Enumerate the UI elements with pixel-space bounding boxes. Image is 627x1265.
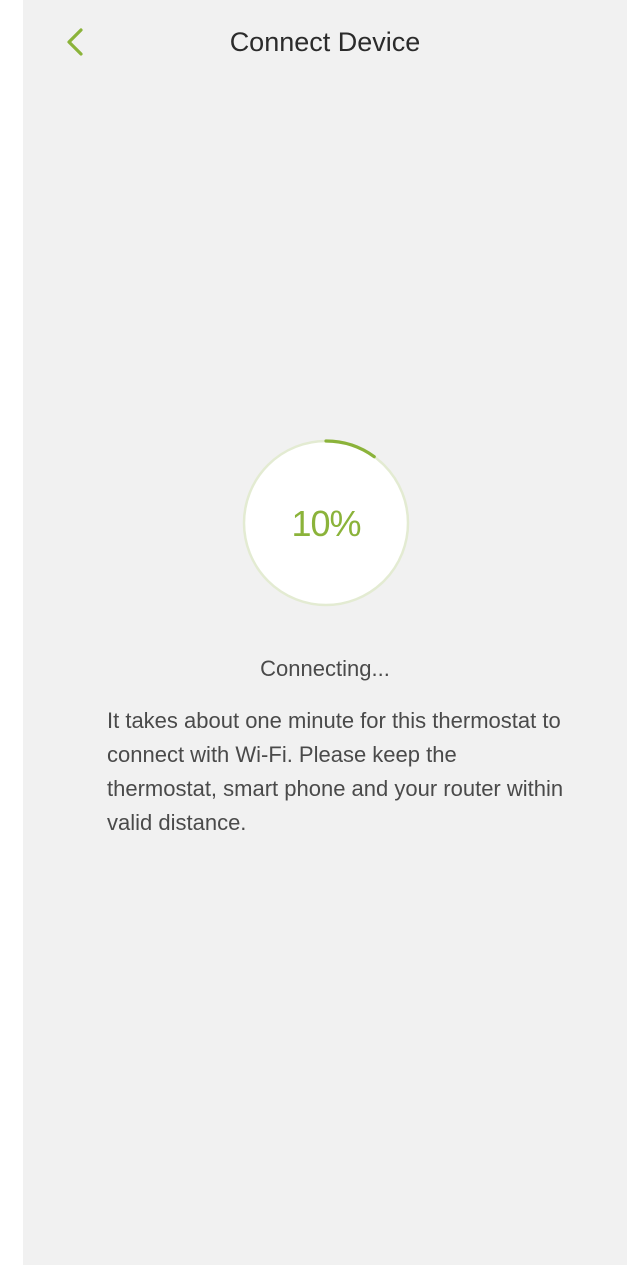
page-title: Connect Device — [229, 27, 421, 57]
progress-ring: 10% — [241, 438, 411, 608]
info-message: It takes about one minute for this therm… — [107, 708, 564, 835]
connect-device-screen: Connect Device 10% Connecting... It take… — [23, 0, 627, 1265]
progress-percent: 10% — [291, 503, 361, 544]
header: Connect Device — [23, 0, 627, 86]
status-text: Connecting... — [260, 656, 390, 681]
